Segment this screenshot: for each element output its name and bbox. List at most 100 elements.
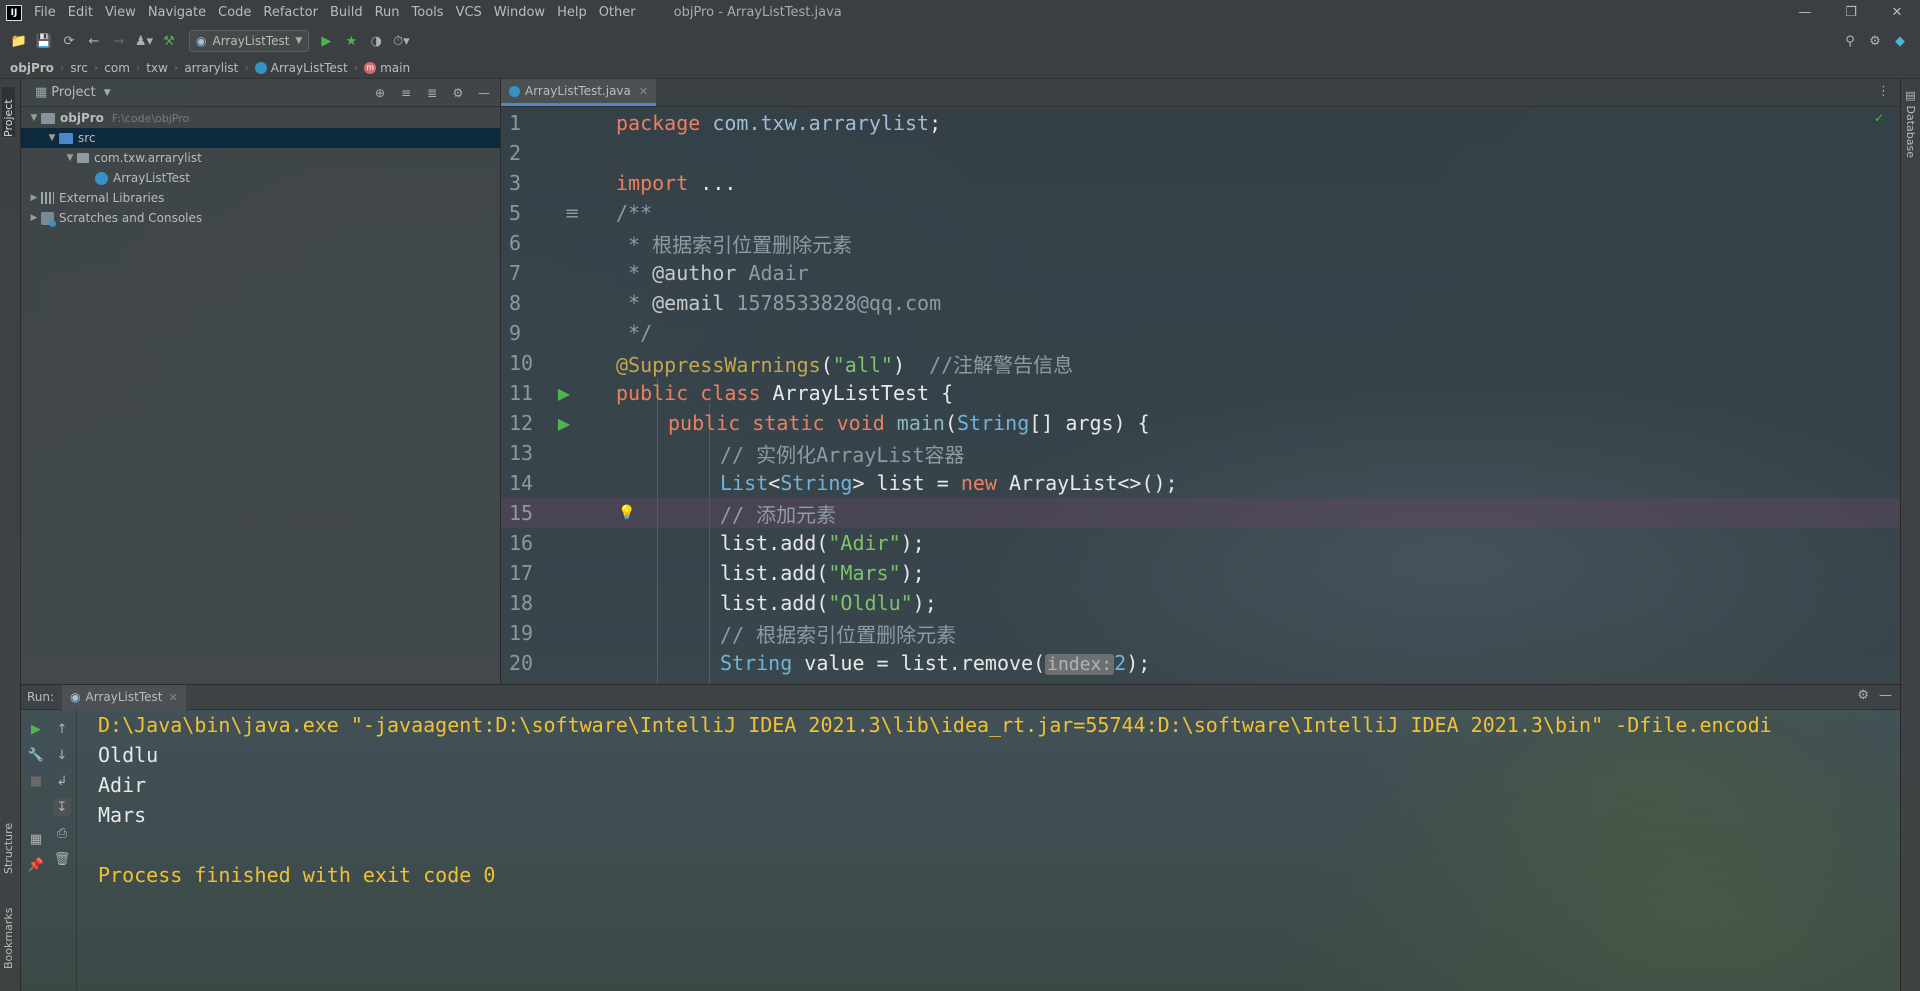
menu-run[interactable]: Run — [369, 5, 406, 20]
restore-icon[interactable]: ❐ — [1828, 0, 1874, 25]
tree-item-package[interactable]: ▼ com.txw.arrarylist — [21, 148, 500, 168]
type-name: String — [720, 651, 793, 675]
code-token: list.add( — [720, 591, 829, 615]
code-line-11: 11 ▶ public class ArrayListTest { — [501, 378, 1900, 408]
rendered-doc-toggle-icon[interactable]: ≡ — [563, 203, 581, 224]
scroll-to-end-icon[interactable]: ↧ — [53, 798, 71, 816]
menu-file[interactable]: File — [28, 5, 62, 20]
menu-tools[interactable]: Tools — [406, 5, 450, 20]
ide-updates-icon[interactable]: ◆ — [1889, 30, 1911, 52]
back-arrow-icon[interactable]: ← — [83, 30, 105, 52]
tree-item-objpro[interactable]: ▼ objPro F:\code\objPro — [21, 108, 500, 128]
menu-edit[interactable]: Edit — [62, 5, 99, 20]
breadcrumb-class[interactable]: ArrayListTest — [254, 61, 348, 75]
tree-item-arraylisttest[interactable]: ArrayListTest — [21, 168, 500, 188]
forward-arrow-icon[interactable]: → — [108, 30, 130, 52]
lightbulb-icon[interactable]: 💡 — [618, 505, 636, 521]
breadcrumb-project[interactable]: objPro — [10, 61, 54, 75]
line-number: 2 — [509, 141, 522, 165]
main-toolbar: 📁 💾 ⟳ ← → ♟▾ ⚒ ◉ ArrayListTest ▼ ▶ ★ ◑ ⏱… — [0, 25, 1920, 57]
breadcrumb-com[interactable]: com — [104, 61, 130, 75]
console-output[interactable]: D:\Java\bin\java.exe "-javaagent:D:\soft… — [98, 710, 1898, 991]
line-comment: // 实例化ArrayList容器 — [720, 442, 965, 467]
run-tab-arraylisttest[interactable]: ◉ ArrayListTest ✕ — [62, 684, 186, 710]
library-icon — [41, 192, 54, 204]
structure-tool-tab[interactable]: Structure — [2, 814, 15, 874]
breadcrumb-arrarylist[interactable]: arrarylist — [184, 61, 238, 75]
wrench-icon[interactable]: 🔧 — [27, 746, 45, 764]
build-hammer-icon[interactable]: ⚒ — [158, 30, 180, 52]
project-tool-tab[interactable]: Project — [2, 87, 15, 137]
code-line-1: 1 package com.txw.arrarylist; — [501, 108, 1900, 138]
more-options-icon[interactable]: ⋮ — [1877, 84, 1890, 99]
minimize-icon[interactable]: — — [1782, 0, 1828, 25]
soft-wrap-icon[interactable]: ↲ — [53, 772, 71, 790]
collapse-arrow-icon[interactable]: ▶ — [27, 193, 41, 203]
chevron-down-icon[interactable]: ▼ — [104, 88, 111, 98]
code-area[interactable]: 1 package com.txw.arrarylist; 2 3 import… — [501, 108, 1900, 684]
tree-item-external-libraries[interactable]: ▶ External Libraries — [21, 188, 500, 208]
collapse-arrow-icon[interactable]: ▶ — [27, 213, 41, 223]
menu-build[interactable]: Build — [324, 5, 369, 20]
project-panel-title[interactable]: Project — [51, 85, 95, 100]
breadcrumb-label: com — [104, 60, 130, 75]
run-configuration-selector[interactable]: ◉ ArrayListTest ▼ — [189, 30, 310, 52]
breadcrumb-txw[interactable]: txw — [146, 61, 168, 75]
expand-arrow-icon[interactable]: ▼ — [27, 113, 41, 123]
expand-all-icon[interactable]: ≡ — [396, 83, 416, 103]
pin-icon[interactable]: 📌 — [27, 856, 45, 874]
search-icon[interactable]: ⚲ — [1839, 30, 1861, 52]
menu-other[interactable]: Other — [593, 5, 642, 20]
locate-icon[interactable]: ⊕ — [370, 83, 390, 103]
layout-icon[interactable]: ▦ — [27, 830, 45, 848]
editor-tab-arraylisttest[interactable]: ArrayListTest.java ✕ — [501, 79, 657, 106]
line-number: 9 — [509, 321, 522, 345]
database-tool-tab[interactable]: ▤ Database — [1904, 89, 1917, 158]
tree-item-scratches[interactable]: ▶ Scratches and Consoles — [21, 208, 500, 228]
close-tab-icon[interactable]: ✕ — [168, 691, 177, 704]
code-token: list.add( — [720, 561, 829, 585]
profile-icon[interactable]: ⏱▾ — [390, 30, 412, 52]
project-tree: ▼ objPro F:\code\objPro ▼ src ▼ com.txw.… — [21, 107, 500, 228]
collapse-all-icon[interactable]: ≣ — [422, 83, 442, 103]
sync-icon[interactable]: ⟳ — [58, 30, 80, 52]
source-folder-icon — [59, 132, 73, 144]
breadcrumb-method[interactable]: m main — [364, 61, 410, 75]
run-main-icon[interactable]: ▶ — [555, 414, 573, 433]
menu-help[interactable]: Help — [551, 5, 593, 20]
menu-window[interactable]: Window — [488, 5, 551, 20]
down-arrow-icon[interactable]: ↓ — [53, 746, 71, 764]
up-arrow-icon[interactable]: ↑ — [53, 720, 71, 738]
run-icon[interactable]: ▶ — [315, 30, 337, 52]
hide-panel-icon[interactable]: — — [1879, 688, 1892, 703]
trash-icon[interactable]: 🗑 — [53, 850, 71, 868]
print-icon[interactable]: ⎙ — [53, 824, 71, 842]
hide-panel-icon[interactable]: — — [474, 83, 494, 103]
gear-icon[interactable]: ⚙ — [1857, 688, 1869, 703]
menu-code[interactable]: Code — [212, 5, 257, 20]
menu-view[interactable]: View — [99, 5, 142, 20]
bookmarks-tool-tab[interactable]: Bookmarks — [2, 899, 15, 969]
close-tab-icon[interactable]: ✕ — [639, 85, 648, 98]
gear-icon[interactable]: ⚙ — [448, 83, 468, 103]
run-class-icon[interactable]: ▶ — [555, 384, 573, 403]
save-icon[interactable]: 💾 — [33, 30, 55, 52]
tree-item-src[interactable]: ▼ src — [21, 128, 500, 148]
menu-refactor[interactable]: Refactor — [257, 5, 324, 20]
user-icon[interactable]: ♟▾ — [133, 30, 155, 52]
debug-icon[interactable]: ★ — [340, 30, 362, 52]
menu-vcs[interactable]: VCS — [450, 5, 488, 20]
coverage-icon[interactable]: ◑ — [365, 30, 387, 52]
menu-navigate[interactable]: Navigate — [142, 5, 212, 20]
stop-icon[interactable]: ■ — [27, 772, 45, 790]
rerun-icon[interactable]: ▶ — [27, 720, 45, 738]
settings-gear-icon[interactable]: ⚙ — [1864, 30, 1886, 52]
close-icon[interactable]: ✕ — [1874, 0, 1920, 25]
breadcrumb-src[interactable]: src — [70, 61, 88, 75]
open-folder-icon[interactable]: 📁 — [8, 30, 30, 52]
expand-arrow-icon[interactable]: ▼ — [45, 133, 59, 143]
expand-arrow-icon[interactable]: ▼ — [63, 153, 77, 163]
breadcrumb-separator: › — [353, 61, 359, 74]
type-name: String — [780, 471, 853, 495]
folded-imports[interactable]: ... — [688, 171, 736, 195]
